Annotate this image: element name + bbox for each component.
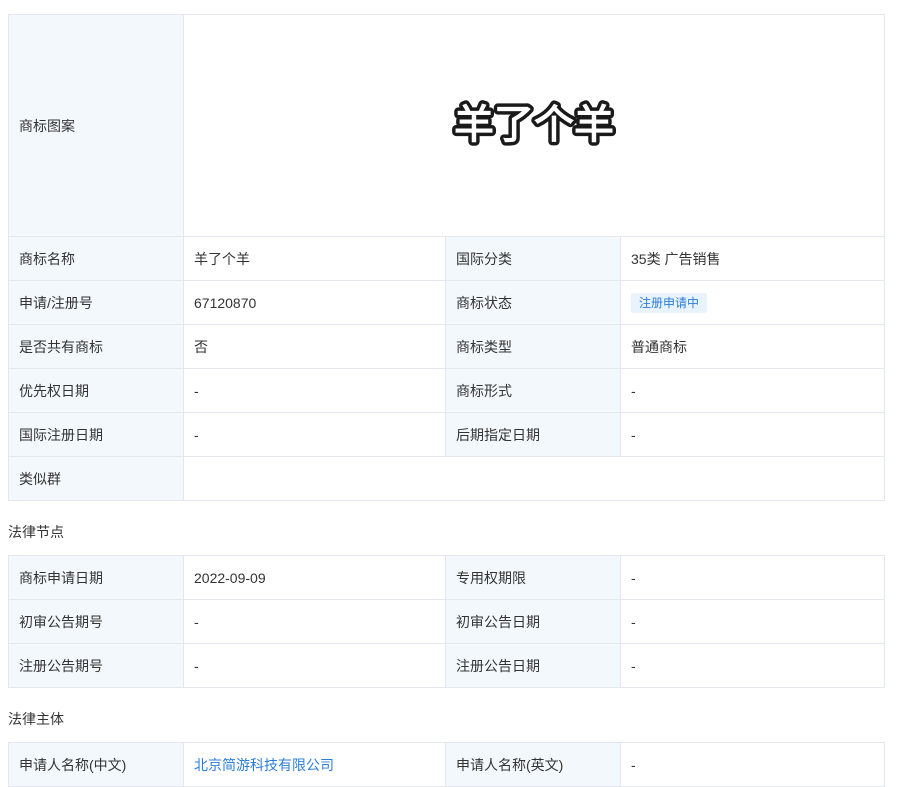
priority-date-value: - xyxy=(183,368,446,413)
registration-number-value: 67120870 xyxy=(183,280,446,325)
table-row: 商标名称 羊了个羊 国际分类 35类 广告销售 xyxy=(8,236,885,281)
field-label: 申请/注册号 xyxy=(8,280,184,325)
field-label: 专用权期限 xyxy=(445,555,621,600)
field-label: 商标形式 xyxy=(445,368,621,413)
table-row: 注册公告期号 - 注册公告日期 - xyxy=(8,643,885,688)
prelim-announcement-issue-value: - xyxy=(183,599,446,644)
table-row: 类似群 xyxy=(8,456,885,501)
field-label: 国际注册日期 xyxy=(8,412,184,457)
field-label: 后期指定日期 xyxy=(445,412,621,457)
field-label: 申请人名称(中文) xyxy=(8,742,184,787)
legal-subject-table: 申请人名称(中文) 北京简游科技有限公司 申请人名称(英文) - xyxy=(8,742,885,787)
field-label: 注册公告日期 xyxy=(445,643,621,688)
exclusive-right-period-value: - xyxy=(620,555,885,600)
field-label: 申请人名称(英文) xyxy=(445,742,621,787)
trademark-type-value: 普通商标 xyxy=(620,324,885,369)
legal-nodes-table: 商标申请日期 2022-09-09 专用权期限 - 初审公告期号 - 初审公告日… xyxy=(8,555,885,688)
table-row: 是否共有商标 否 商标类型 普通商标 xyxy=(8,324,885,369)
similar-group-value xyxy=(183,456,885,501)
field-label: 是否共有商标 xyxy=(8,324,184,369)
trademark-form-value: - xyxy=(620,368,885,413)
trademark-status-cell: 注册申请中 xyxy=(620,280,885,325)
table-row: 申请人名称(中文) 北京简游科技有限公司 申请人名称(英文) - xyxy=(8,742,885,787)
table-row: 初审公告期号 - 初审公告日期 - xyxy=(8,599,885,644)
section-title-legal-nodes: 法律节点 xyxy=(8,524,64,540)
shared-trademark-value: 否 xyxy=(183,324,446,369)
field-label: 国际分类 xyxy=(445,236,621,281)
registration-announcement-issue-value: - xyxy=(183,643,446,688)
table-row: 申请/注册号 67120870 商标状态 注册申请中 xyxy=(8,280,885,325)
later-designation-date-value: - xyxy=(620,412,885,457)
field-label: 注册公告期号 xyxy=(8,643,184,688)
logo-row: 商标图案 羊了个羊 xyxy=(8,14,885,237)
field-label: 商标名称 xyxy=(8,236,184,281)
applicant-company-link[interactable]: 北京简游科技有限公司 xyxy=(194,757,334,773)
table-row: 国际注册日期 - 后期指定日期 - xyxy=(8,412,885,457)
application-date-value: 2022-09-09 xyxy=(183,555,446,600)
field-label: 初审公告日期 xyxy=(445,599,621,644)
applicant-name-cn-cell: 北京简游科技有限公司 xyxy=(183,742,446,787)
applicant-name-en-value: - xyxy=(620,742,885,787)
logo-label: 商标图案 xyxy=(8,14,184,237)
registration-announcement-date-value: - xyxy=(620,643,885,688)
prelim-announcement-date-value: - xyxy=(620,599,885,644)
status-badge: 注册申请中 xyxy=(631,292,708,313)
trademark-logo-text: 羊了个羊 xyxy=(454,102,614,148)
table-row: 优先权日期 - 商标形式 - xyxy=(8,368,885,413)
trademark-name-value: 羊了个羊 xyxy=(183,236,446,281)
field-label: 商标状态 xyxy=(445,280,621,325)
trademark-detail: 商标图案 羊了个羊 商标名称 羊了个羊 国际分类 35类 广告销售 申请/注册号… xyxy=(8,14,885,787)
field-label: 商标申请日期 xyxy=(8,555,184,600)
intl-registration-date-value: - xyxy=(183,412,446,457)
field-label: 初审公告期号 xyxy=(8,599,184,644)
field-label: 类似群 xyxy=(8,456,184,501)
intl-class-value: 35类 广告销售 xyxy=(620,236,885,281)
trademark-logo-image: 羊了个羊 xyxy=(451,98,618,151)
trademark-logo: 羊了个羊 xyxy=(183,14,885,237)
basic-info-table: 商标图案 羊了个羊 商标名称 羊了个羊 国际分类 35类 广告销售 申请/注册号… xyxy=(8,14,885,501)
field-label: 优先权日期 xyxy=(8,368,184,413)
table-row: 商标申请日期 2022-09-09 专用权期限 - xyxy=(8,555,885,600)
field-label: 商标类型 xyxy=(445,324,621,369)
section-title-legal-subject: 法律主体 xyxy=(8,711,64,727)
